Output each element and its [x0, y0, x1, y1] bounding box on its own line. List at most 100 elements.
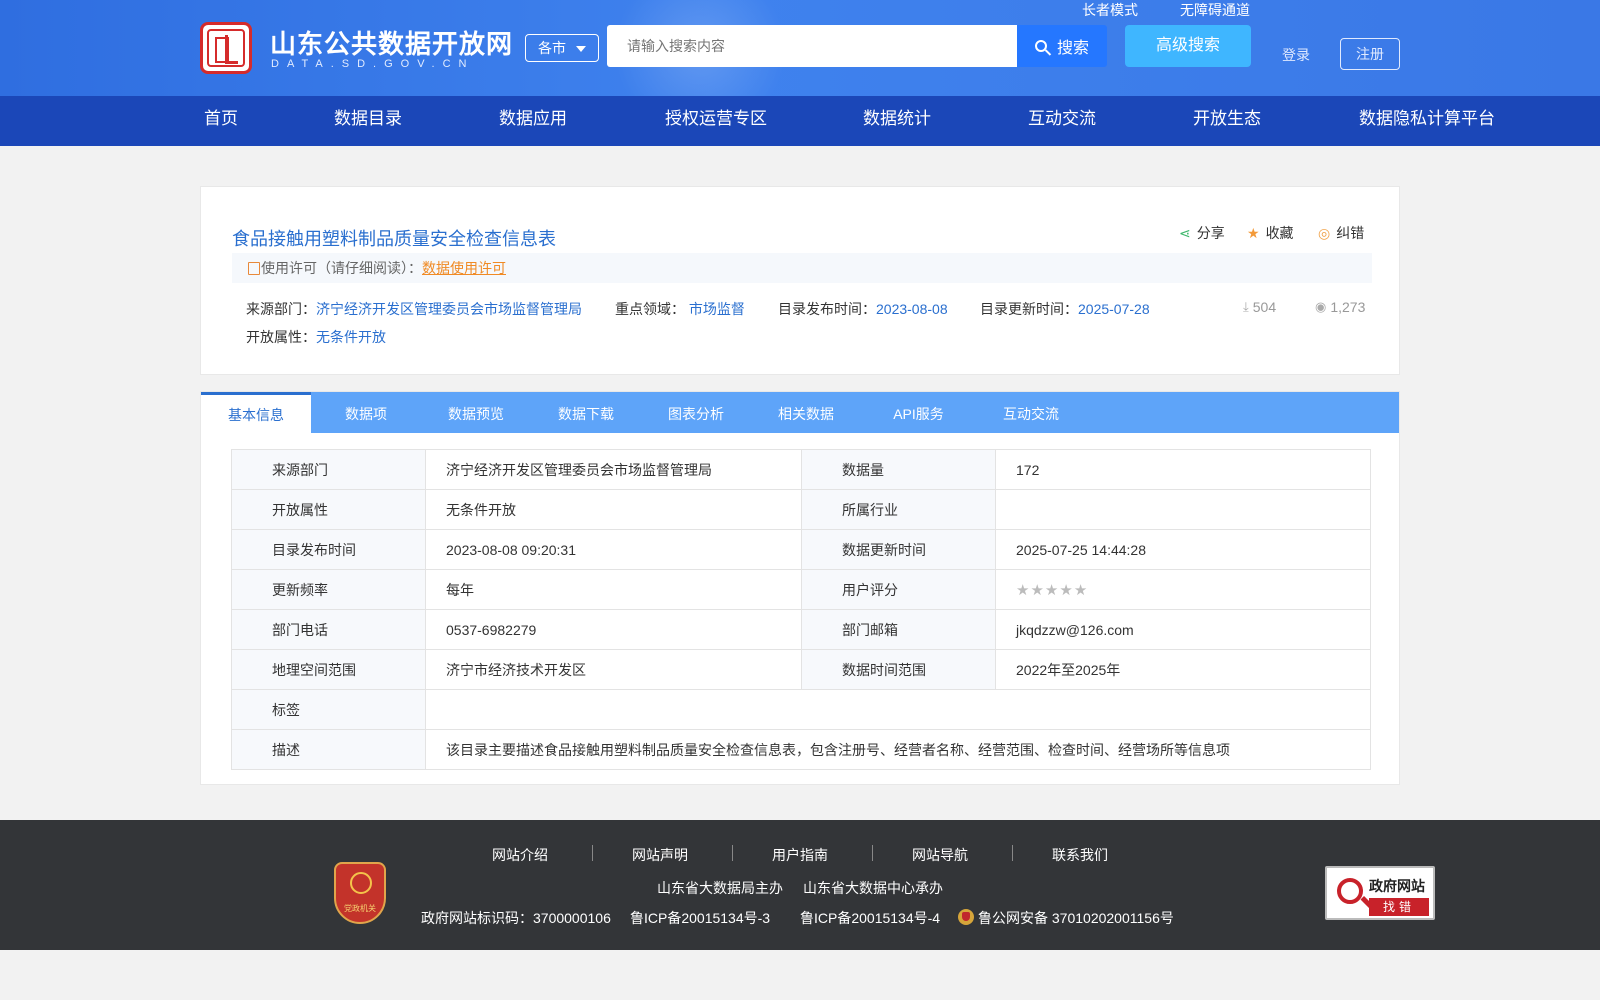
register-button[interactable]: 注册 [1340, 38, 1400, 70]
table-row: 更新频率 每年 用户评分 ★★★★★ [231, 569, 1371, 610]
table-cell-label: 描述 [231, 729, 426, 770]
download-count: ⤓ 504 [1243, 299, 1276, 315]
source-label: 来源部门： [246, 301, 316, 317]
publish-label: 目录发布时间： [778, 301, 876, 317]
site-footer: 党政机关 网站介绍 网站声明 用户指南 网站导航 联系我们 山东省大数据局主办 … [0, 820, 1600, 950]
tab-data-download[interactable]: 数据下载 [531, 392, 641, 433]
footer-host: 山东省大数据局主办 [657, 880, 783, 896]
table-cell-value: 济宁经济开发区管理委员会市场监督管理局 [425, 449, 802, 490]
source-department-link[interactable]: 济宁经济开发区管理委员会市场监督管理局 [316, 301, 582, 317]
table-cell-label: 用户评分 [801, 569, 996, 610]
open-attribute-meta: 开放属性：无条件开放 [246, 327, 386, 347]
favorite-button[interactable]: ★ 收藏 [1247, 223, 1294, 243]
table-cell-label: 地理空间范围 [231, 649, 426, 690]
nav-item-privacy-computing[interactable]: 数据隐私计算平台 [1359, 96, 1495, 142]
star-icon: ★ [1059, 581, 1073, 599]
tab-interaction[interactable]: 互动交流 [976, 392, 1086, 433]
star-icon: ★ [1044, 581, 1059, 599]
key-field-link[interactable]: 市场监督 [689, 301, 745, 317]
tab-data-items[interactable]: 数据项 [311, 392, 421, 433]
footer-police-record[interactable]: 鲁公网安备 37010202001156号 [958, 908, 1174, 928]
party-badge-label: 党政机关 [344, 904, 376, 913]
publish-time: 2023-08-08 [876, 301, 948, 317]
nav-item-statistics[interactable]: 数据统计 [863, 96, 931, 142]
gov-site-error-report-badge[interactable]: 政府网站 找错 [1325, 866, 1435, 920]
tab-api-service[interactable]: API服务 [861, 392, 976, 433]
table-cell-label: 数据更新时间 [801, 529, 996, 570]
site-logo-icon[interactable] [200, 22, 252, 74]
dataset-summary-card: 食品接触用塑料制品质量安全检查信息表 ⋖ 分享 ★ 收藏 ◎ 纠错 使用许可（请… [200, 186, 1400, 375]
eye-icon: ◉ [1315, 299, 1327, 314]
search-button[interactable]: 搜索 [1017, 25, 1107, 67]
login-link[interactable]: 登录 [1282, 45, 1310, 65]
table-cell-value: 济宁市经济技术开发区 [425, 649, 802, 690]
caret-down-icon [576, 46, 586, 52]
table-cell-value: 0537-6982279 [425, 609, 802, 650]
nav-item-catalog[interactable]: 数据目录 [334, 96, 402, 142]
footer-divider [732, 845, 733, 861]
footer-icp-2[interactable]: 鲁ICP备20015134号-4 [800, 908, 940, 928]
search-input[interactable] [607, 25, 1017, 67]
city-select-label: 各市 [538, 40, 566, 56]
dataset-title: 食品接触用塑料制品质量安全检查信息表 [232, 229, 556, 249]
bookmark-icon [248, 262, 260, 275]
footer-link-about[interactable]: 网站介绍 [492, 845, 548, 865]
footer-link-guide[interactable]: 用户指南 [772, 845, 828, 865]
nav-item-ecosystem[interactable]: 开放生态 [1193, 96, 1261, 142]
table-cell-label: 所属行业 [801, 489, 996, 530]
table-row: 开放属性 无条件开放 所属行业 [231, 489, 1371, 530]
police-badge-icon [958, 909, 974, 925]
tab-chart-analysis[interactable]: 图表分析 [641, 392, 751, 433]
publish-time-meta: 目录发布时间：2023-08-08 [778, 299, 948, 319]
city-select[interactable]: 各市 [525, 34, 599, 62]
tab-data-preview[interactable]: 数据预览 [421, 392, 531, 433]
gov-badge-action: 找错 [1369, 898, 1429, 916]
table-cell-value: 2025-07-25 14:44:28 [995, 529, 1371, 570]
share-label: 分享 [1196, 225, 1225, 241]
advanced-search-button[interactable]: 高级搜索 [1125, 25, 1251, 67]
magnifier-icon [1337, 878, 1363, 904]
license-prefix: 使用许可（请仔细阅读）： [261, 260, 422, 276]
table-row: 部门电话 0537-6982279 部门邮箱 jkqdzzw@126.com [231, 609, 1371, 650]
tab-basic-info[interactable]: 基本信息 [201, 392, 311, 433]
open-label: 开放属性： [246, 329, 316, 345]
footer-icp-1[interactable]: 鲁ICP备20015134号-3 [630, 908, 770, 928]
party-government-badge-icon[interactable]: 党政机关 [334, 862, 386, 924]
star-icon: ★ [1030, 581, 1044, 599]
license-bar: 使用许可（请仔细阅读）：数据使用许可 [232, 253, 1372, 283]
user-rating: ★★★★★ [995, 569, 1371, 610]
site-name[interactable]: 山东公共数据开放网 [270, 24, 513, 61]
nav-item-apps[interactable]: 数据应用 [499, 96, 567, 142]
license-link[interactable]: 数据使用许可 [422, 260, 506, 276]
footer-divider [872, 845, 873, 861]
accessibility-link[interactable]: 无障碍通道 [1180, 0, 1250, 20]
footer-organizer: 山东省大数据中心承办 [803, 880, 943, 896]
footer-link-statement[interactable]: 网站声明 [632, 845, 688, 865]
table-row: 来源部门 济宁经济开发区管理委员会市场监督管理局 数据量 172 [231, 449, 1371, 490]
share-button[interactable]: ⋖ 分享 [1179, 223, 1225, 243]
footer-link-contact[interactable]: 联系我们 [1052, 845, 1108, 865]
footer-link-sitemap[interactable]: 网站导航 [912, 845, 968, 865]
table-row: 标签 [231, 689, 1371, 730]
table-row: 地理空间范围 济宁市经济技术开发区 数据时间范围 2022年至2025年 [231, 649, 1371, 690]
table-row: 描述 该目录主要描述食品接触用塑料制品质量安全检查信息表，包含注册号、经营者名称… [231, 729, 1371, 770]
open-attribute: 无条件开放 [316, 329, 386, 345]
elder-mode-link[interactable]: 长者模式 [1082, 0, 1138, 20]
report-error-label: 纠错 [1336, 225, 1365, 241]
table-cell-label: 目录发布时间 [231, 529, 426, 570]
nav-item-authorized-ops[interactable]: 授权运营专区 [665, 96, 767, 142]
site-domain: DATA.SD.GOV.CN [271, 58, 475, 70]
table-cell-label: 数据时间范围 [801, 649, 996, 690]
nav-item-home[interactable]: 首页 [204, 96, 238, 142]
tab-related-data[interactable]: 相关数据 [751, 392, 861, 433]
update-time: 2025-07-28 [1078, 301, 1150, 317]
error-report-icon: ◎ [1318, 224, 1331, 241]
rating-stars[interactable]: ★★★★★ [1016, 581, 1088, 599]
nav-item-interaction[interactable]: 互动交流 [1028, 96, 1096, 142]
report-error-button[interactable]: ◎ 纠错 [1318, 223, 1364, 243]
table-cell-value [995, 489, 1371, 530]
detail-tabs: 基本信息 数据项 数据预览 数据下载 图表分析 相关数据 API服务 互动交流 [201, 392, 1399, 433]
search-button-label: 搜索 [1056, 40, 1089, 57]
footer-divider [592, 845, 593, 861]
table-cell-value: 172 [995, 449, 1371, 490]
